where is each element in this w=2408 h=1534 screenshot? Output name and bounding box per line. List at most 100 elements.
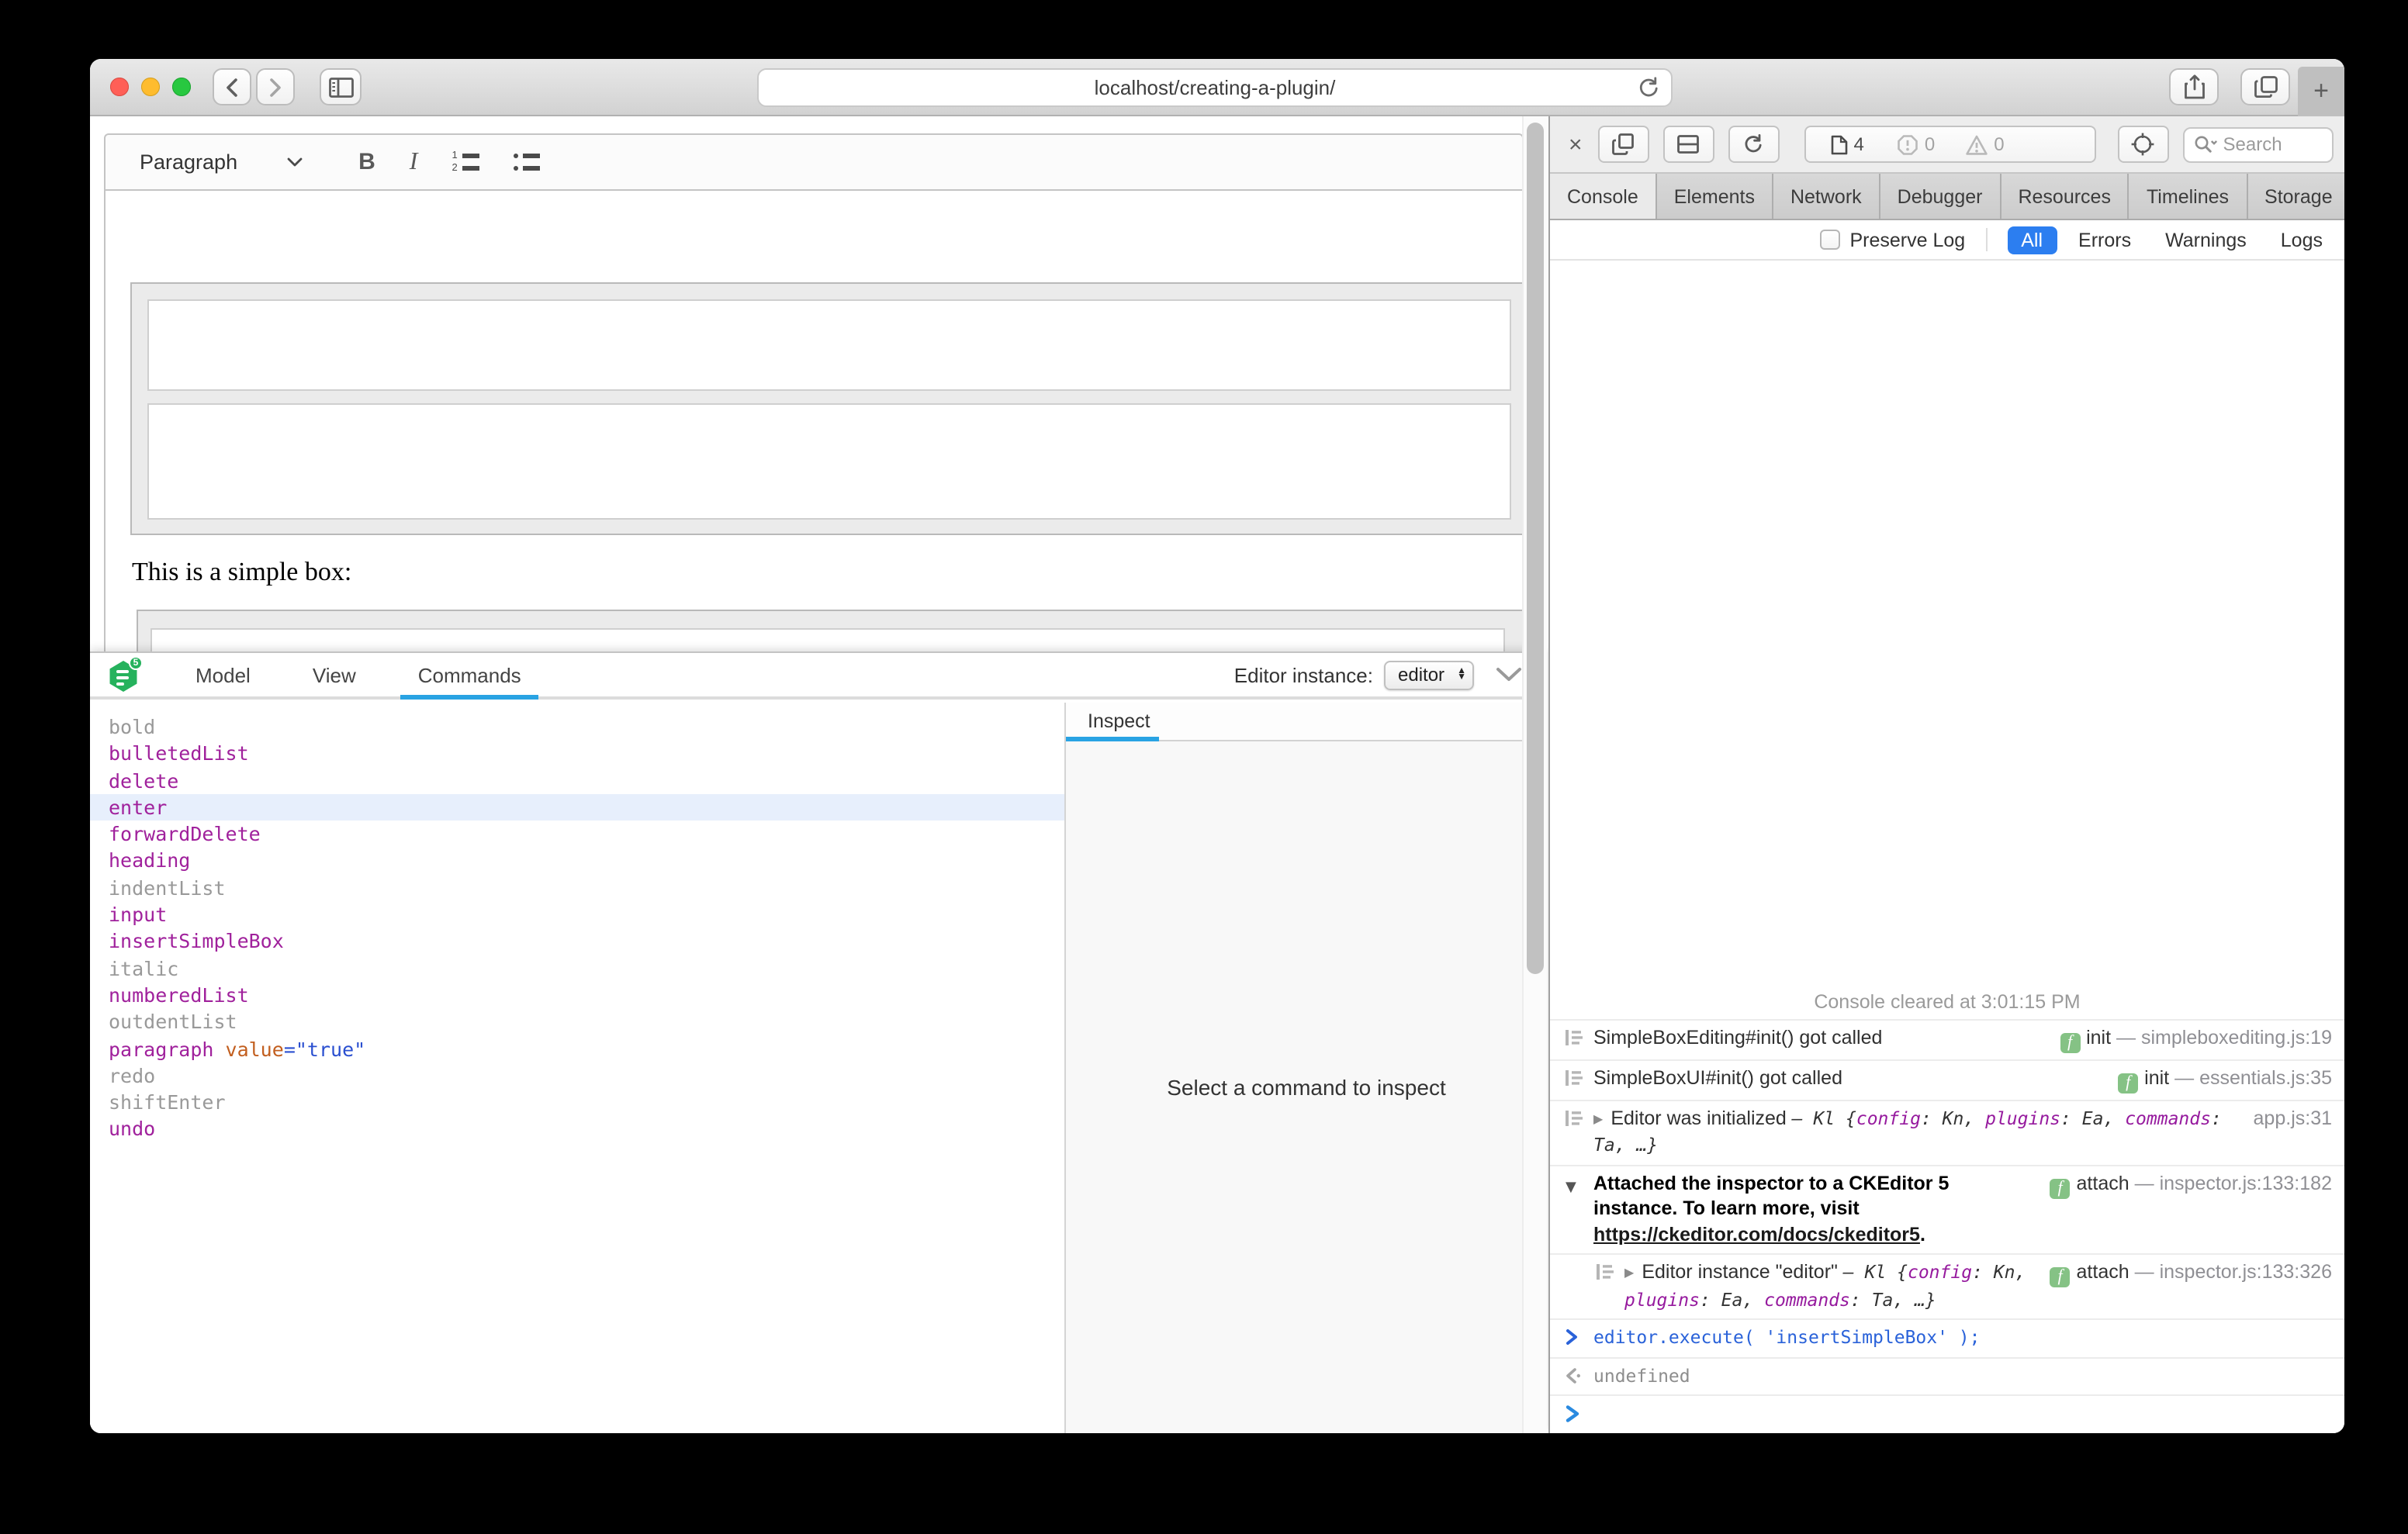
function-badge: f bbox=[2118, 1073, 2138, 1093]
scrollbar-thumb[interactable] bbox=[1527, 123, 1544, 974]
address-bar[interactable]: localhost/creating-a-plugin/ bbox=[757, 68, 1673, 107]
italic-button[interactable]: I bbox=[410, 148, 418, 176]
heading-dropdown-label: Paragraph bbox=[140, 150, 237, 174]
simple-box-title-field[interactable] bbox=[147, 299, 1511, 391]
command-item[interactable]: undo bbox=[90, 1116, 1064, 1143]
ckeditor-editing-area[interactable]: This is a simple box: Box title bbox=[104, 191, 1524, 651]
console-message-group[interactable]: ▼ Attached the inspector to a CKEditor 5… bbox=[1550, 1164, 2344, 1253]
element-picker-button[interactable] bbox=[2118, 126, 2169, 163]
numbered-list-button[interactable]: 1 2 bbox=[452, 152, 479, 172]
command-item-selected[interactable]: enter bbox=[90, 794, 1064, 821]
source-location-link[interactable]: essentials.js:35 bbox=[2199, 1066, 2332, 1088]
share-icon bbox=[2184, 74, 2204, 99]
disclosure-triangle-icon[interactable]: ▶ bbox=[1624, 1266, 1634, 1280]
source-location-link[interactable]: app.js:31 bbox=[2254, 1107, 2332, 1128]
tab-inspect[interactable]: Inspect bbox=[1088, 703, 1150, 741]
command-item[interactable]: shiftEnter bbox=[90, 1089, 1064, 1116]
filter-warnings[interactable]: Warnings bbox=[2165, 229, 2247, 250]
command-item[interactable]: insertSimpleBox bbox=[90, 928, 1064, 955]
command-item[interactable]: numberedList bbox=[90, 982, 1064, 1009]
command-item[interactable]: heading bbox=[90, 848, 1064, 875]
console-output[interactable]: Console cleared at 3:01:15 PM SimpleBoxE… bbox=[1550, 261, 2344, 1433]
reload-button[interactable] bbox=[1637, 76, 1660, 105]
tab-overview-button[interactable] bbox=[2240, 68, 2290, 105]
filter-logs[interactable]: Logs bbox=[2281, 229, 2323, 250]
bulleted-list-button[interactable] bbox=[514, 152, 540, 172]
minimize-window-button[interactable] bbox=[141, 78, 160, 96]
editor-instance-select[interactable]: editor ▲▼ bbox=[1384, 660, 1474, 689]
collapse-inspector-button[interactable] bbox=[1496, 667, 1522, 682]
tab-view[interactable]: View bbox=[296, 653, 373, 700]
command-item[interactable]: paragraph value="true" bbox=[90, 1035, 1064, 1062]
close-window-button[interactable] bbox=[110, 78, 129, 96]
command-item[interactable]: italic bbox=[90, 955, 1064, 982]
reload-page-button[interactable] bbox=[1728, 126, 1780, 163]
command-item[interactable]: indentList bbox=[90, 875, 1064, 902]
share-button[interactable] bbox=[2169, 68, 2219, 105]
bold-button[interactable]: B bbox=[358, 149, 375, 175]
forward-button[interactable] bbox=[256, 68, 295, 105]
tab-storage[interactable]: Storage bbox=[2247, 174, 2344, 219]
command-item[interactable]: outdentList bbox=[90, 1009, 1064, 1036]
console-result[interactable]: undefined bbox=[1550, 1356, 2344, 1394]
console-message[interactable]: SimpleBoxUI#init() got called finit — es… bbox=[1550, 1059, 2344, 1099]
simple-box-description-field[interactable] bbox=[147, 403, 1511, 520]
heading-dropdown[interactable]: Paragraph bbox=[140, 150, 303, 174]
preserve-log-checkbox[interactable] bbox=[1821, 230, 1841, 250]
zoom-window-button[interactable] bbox=[172, 78, 191, 96]
prompt-chevron-icon bbox=[1566, 1401, 1593, 1422]
command-item[interactable]: delete bbox=[90, 767, 1064, 794]
filter-errors[interactable]: Errors bbox=[2078, 229, 2131, 250]
simple-box-widget[interactable] bbox=[130, 282, 1528, 535]
dock-bottom-button[interactable] bbox=[1663, 126, 1714, 163]
console-input-echo[interactable]: editor.execute( 'insertSimpleBox' ); bbox=[1550, 1318, 2344, 1356]
warning-count: 0 bbox=[1994, 133, 2004, 155]
source-location-link[interactable]: inspector.js:133:326 bbox=[2160, 1261, 2332, 1283]
command-item[interactable]: bold bbox=[90, 713, 1064, 741]
warning-count-indicator[interactable]: 0 bbox=[1966, 133, 2004, 155]
tab-timelines[interactable]: Timelines bbox=[2129, 174, 2247, 219]
inspector-search-field[interactable]: Search bbox=[2183, 126, 2334, 162]
filter-all[interactable]: All bbox=[2007, 226, 2057, 254]
preserve-log-label[interactable]: Preserve Log bbox=[1850, 229, 1966, 250]
disclosure-triangle-open-icon[interactable]: ▼ bbox=[1566, 1175, 1576, 1201]
error-count-indicator[interactable]: 0 bbox=[1898, 133, 1935, 155]
sidebar-toggle-button[interactable] bbox=[320, 68, 362, 105]
log-icon bbox=[1566, 1105, 1593, 1125]
tab-elements[interactable]: Elements bbox=[1657, 174, 1773, 219]
tab-network[interactable]: Network bbox=[1773, 174, 1880, 219]
inspector-body: bold bulletedList delete enter forwardDe… bbox=[90, 703, 1547, 1433]
tab-console[interactable]: Console bbox=[1550, 174, 1657, 219]
back-button[interactable] bbox=[213, 68, 251, 105]
docs-link[interactable]: https://ckeditor.com/docs/ckeditor5 bbox=[1593, 1223, 1920, 1245]
command-item[interactable]: bulletedList bbox=[90, 741, 1064, 768]
detach-window-icon bbox=[1613, 133, 1635, 155]
page-resources-indicator[interactable]: 4 bbox=[1831, 133, 1864, 155]
page-scrollbar[interactable] bbox=[1522, 116, 1547, 1433]
command-item[interactable]: redo bbox=[90, 1062, 1064, 1090]
function-badge: f bbox=[2060, 1032, 2080, 1052]
source-location-link[interactable]: simpleboxediting.js:19 bbox=[2141, 1026, 2332, 1048]
function-badge: f bbox=[2050, 1178, 2071, 1198]
console-message[interactable]: SimpleBoxEditing#init() got called finit… bbox=[1550, 1018, 2344, 1059]
disclosure-triangle-icon[interactable]: ▶ bbox=[1593, 1111, 1603, 1125]
new-tab-button[interactable]: + bbox=[2298, 67, 2344, 116]
console-message[interactable]: ▶Editor was initialized – Kl {config: Kn… bbox=[1550, 1099, 2344, 1164]
url-text: localhost/creating-a-plugin/ bbox=[1095, 76, 1336, 99]
tab-commands[interactable]: Commands bbox=[401, 653, 538, 700]
tab-resources[interactable]: Resources bbox=[2001, 174, 2129, 219]
reload-icon bbox=[1637, 76, 1660, 101]
divider bbox=[1985, 228, 1987, 251]
command-item[interactable]: forwardDelete bbox=[90, 821, 1064, 848]
close-inspector-button[interactable]: × bbox=[1569, 133, 1583, 156]
screenshot-viewport: localhost/creating-a-plugin/ bbox=[0, 0, 2408, 1534]
command-item[interactable]: input bbox=[90, 901, 1064, 928]
tab-debugger[interactable]: Debugger bbox=[1880, 174, 2001, 219]
source-location-link[interactable]: inspector.js:133:182 bbox=[2160, 1172, 2332, 1194]
detach-inspector-button[interactable] bbox=[1598, 126, 1649, 163]
tab-model[interactable]: Model bbox=[178, 653, 268, 700]
editor-paragraph[interactable]: This is a simple box: bbox=[132, 557, 351, 588]
editor-instance-label: Editor instance: bbox=[1234, 663, 1373, 686]
console-message-nested[interactable]: ▶Editor instance "editor" – Kl {config: … bbox=[1550, 1253, 2344, 1318]
console-prompt[interactable] bbox=[1550, 1394, 2344, 1433]
